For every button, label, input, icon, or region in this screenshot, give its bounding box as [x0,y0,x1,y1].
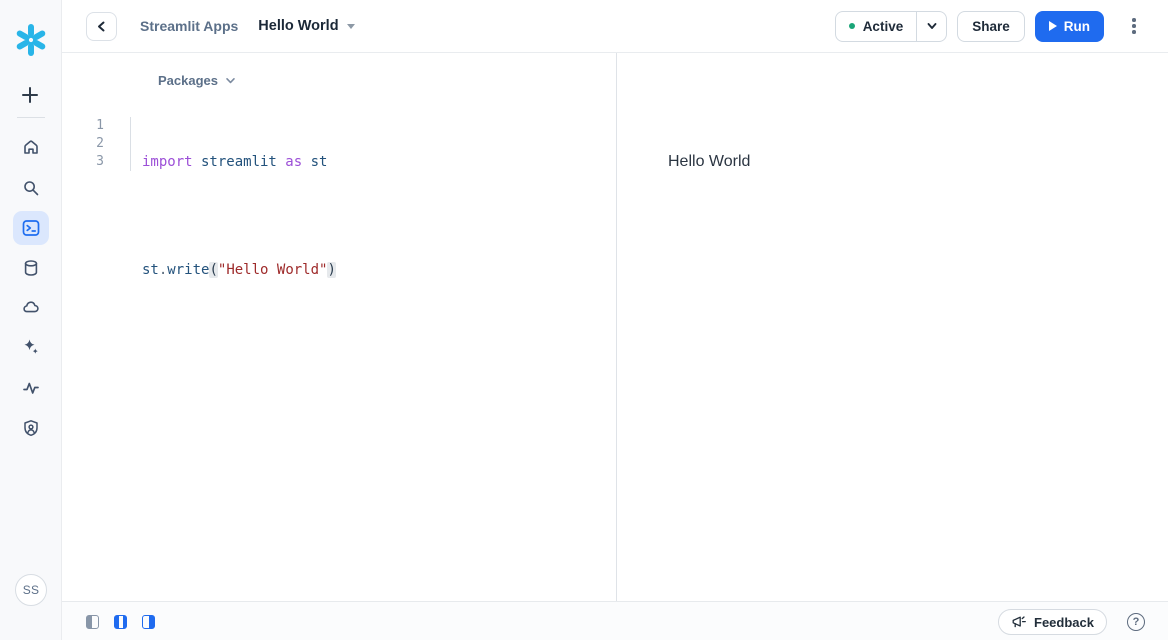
code-line-1: import streamlit as st [142,153,336,171]
chevron-down-icon [926,20,938,32]
sidebar-item-cloud[interactable] [21,297,41,317]
breadcrumb-section[interactable]: Streamlit Apps [140,18,238,34]
status-split-button: Active [835,11,948,42]
sidebar: SS [0,0,62,640]
back-button[interactable] [86,12,117,41]
sidebar-item-search[interactable] [21,178,41,198]
bottom-bar: Feedback ? [62,601,1168,640]
packages-label: Packages [158,73,218,88]
sidebar-divider [17,117,45,118]
code-line-3: st.write("Hello World") [142,261,336,279]
run-label: Run [1064,19,1090,34]
chevron-left-icon [96,21,107,32]
sidebar-item-home[interactable] [21,137,41,157]
code-token: import [142,154,193,170]
app-header: Streamlit Apps Hello World Active Share … [62,0,1168,53]
help-button[interactable]: ? [1127,613,1145,631]
status-label: Active [863,19,904,34]
app-title-dropdown[interactable]: Hello World [258,18,354,34]
line-number: 3 [62,153,104,171]
status-dot-icon [849,23,855,29]
caret-down-icon [347,24,355,29]
terminal-icon [21,218,41,238]
code-token: "Hello World" [218,262,328,278]
play-icon [1049,21,1057,31]
feedback-button[interactable]: Feedback [998,609,1107,635]
code-editor-content[interactable]: import streamlit as st st.write("Hello W… [142,117,336,315]
line-number: 2 [62,135,104,153]
sidebar-item-data[interactable] [21,258,41,278]
header-actions: Active Share Run [835,0,1140,52]
new-item-button[interactable] [20,85,40,105]
share-button[interactable]: Share [957,11,1025,42]
gutter-divider [130,117,131,171]
code-token: as [285,154,302,170]
user-avatar[interactable]: SS [15,574,47,606]
preview-only-icon [149,616,155,628]
snowflake-logo-icon [13,22,49,58]
sidebar-item-monitoring[interactable] [21,378,41,398]
app-preview-pane: Hello World [618,53,1168,601]
packages-dropdown[interactable]: Packages [158,69,236,91]
run-button[interactable]: Run [1035,11,1104,42]
chevron-down-icon [225,75,236,86]
code-token: streamlit [193,154,286,170]
preview-output-text: Hello World [668,153,750,171]
layout-split-view-button[interactable] [114,615,127,629]
layout-toggles [86,615,155,629]
line-number: 1 [62,117,104,135]
page-title: Hello World [258,18,338,34]
code-token: ) [327,262,335,278]
code-token: ( [209,262,217,278]
breadcrumb: Streamlit Apps Hello World [140,0,355,52]
layout-preview-only-button[interactable] [142,615,155,629]
code-token: write [167,262,209,278]
sidebar-item-admin[interactable] [21,418,41,438]
feedback-label: Feedback [1034,615,1094,630]
layout-editor-only-button[interactable] [86,615,99,629]
avatar-initials: SS [23,583,40,597]
status-dropdown-button[interactable] [916,12,946,41]
status-button[interactable]: Active [836,12,917,41]
code-editor-pane: Packages 1 2 3 import streamlit as st st… [62,53,617,601]
sidebar-item-ai-sparkles[interactable] [21,337,41,357]
more-options-button[interactable] [1128,11,1140,42]
code-line-2 [142,207,336,225]
question-mark-icon: ? [1133,616,1140,628]
megaphone-icon [1011,614,1027,630]
editor-only-icon [87,616,92,628]
code-token: st [302,154,327,170]
sidebar-item-projects[interactable] [13,211,49,245]
line-number-gutter: 1 2 3 [62,117,104,171]
split-view-icon [115,616,119,628]
code-token: st [142,262,159,278]
